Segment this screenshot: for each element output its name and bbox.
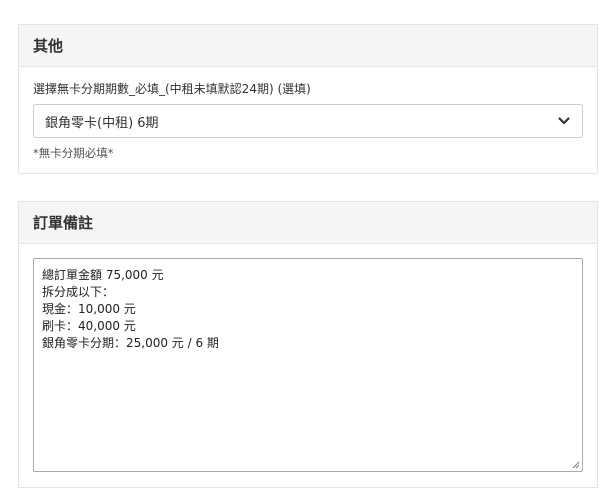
other-panel-title: 其他	[33, 37, 64, 55]
notes-line: 拆分成以下：	[42, 285, 115, 299]
notes-line: 銀角零卡分期：25,000 元 / 6 期	[42, 336, 219, 350]
installment-selected-value: 銀角零卡(中租) 6期	[45, 115, 159, 131]
installment-help-text: *無卡分期必填*	[33, 146, 114, 160]
order-notes-header: 訂單備註	[19, 202, 597, 244]
order-notes-body: 總訂單金額 75,000 元 拆分成以下： 現金：10,000 元 刷卡：40,…	[19, 244, 597, 484]
installment-select[interactable]: 銀角零卡(中租) 6期	[33, 104, 583, 138]
notes-line: 刷卡：40,000 元	[42, 319, 136, 333]
order-notes-panel: 訂單備註 總訂單金額 75,000 元 拆分成以下： 現金：10,000 元 刷…	[18, 201, 598, 488]
chevron-down-icon	[558, 117, 570, 125]
order-notes-textarea[interactable]: 總訂單金額 75,000 元 拆分成以下： 現金：10,000 元 刷卡：40,…	[33, 258, 583, 472]
other-panel-body: 選擇無卡分期期數_必填_(中租未填默認24期) (選填) 銀角零卡(中租) 6期…	[19, 67, 597, 172]
other-panel: 其他 選擇無卡分期期數_必填_(中租未填默認24期) (選填) 銀角零卡(中租)…	[18, 24, 598, 174]
resize-grip-icon[interactable]	[570, 459, 580, 469]
installment-label: 選擇無卡分期期數_必填_(中租未填默認24期) (選填)	[33, 82, 311, 96]
notes-line: 總訂單金額 75,000 元	[42, 268, 164, 282]
order-notes-title: 訂單備註	[33, 214, 94, 232]
notes-line: 現金：10,000 元	[42, 302, 136, 316]
other-panel-header: 其他	[19, 25, 597, 67]
